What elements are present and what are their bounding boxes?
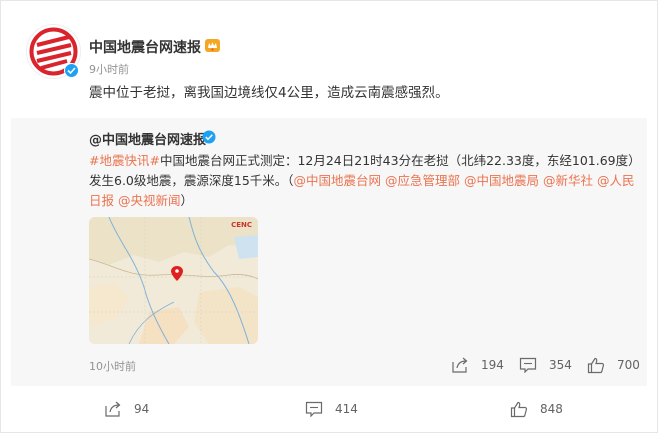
repost-body: #地震快讯#中国地震台网正式测定：12月24日21时43分在老挝（北纬22.33…: [89, 151, 639, 211]
thumbs-up-icon: [510, 401, 528, 417]
mention-link[interactable]: @中国地震局: [464, 173, 539, 188]
repost-block[interactable]: @中国地震台网速报 #地震快讯#中国地震台网正式测定：12月24日21时43分在…: [11, 118, 647, 386]
verified-icon: [202, 130, 216, 144]
post-body: 震中位于老挝，离我国边境线仅4公里，造成云南震感强烈。: [89, 85, 449, 101]
like-button[interactable]: 848: [510, 399, 563, 419]
mention-link[interactable]: @新华社: [543, 173, 593, 188]
repost-body-close: ）: [180, 193, 194, 208]
cenc-logo: CENC: [231, 221, 252, 229]
share-count: 94: [134, 402, 150, 416]
comment-count: 414: [335, 402, 358, 416]
thumbs-up-icon: [587, 357, 605, 373]
repost-count: 194: [481, 358, 504, 372]
author-name[interactable]: 中国地震台网速报: [89, 37, 201, 57]
repost-comment-button[interactable]: 354: [519, 356, 572, 374]
weibo-post-card: 中国地震台网速报 9小时前 震中位于老挝，离我国边境线仅4公里，造成云南震感强烈…: [0, 0, 658, 433]
post-timestamp[interactable]: 9小时前: [89, 61, 129, 77]
share-button[interactable]: 94: [104, 399, 149, 419]
mention-link[interactable]: @央视新闻: [118, 193, 181, 208]
repost-share-button[interactable]: 194: [451, 356, 504, 374]
hashtag-link[interactable]: #地震快讯#: [89, 153, 160, 168]
map-image: [89, 217, 258, 344]
map-thumbnail[interactable]: CENC: [89, 217, 258, 344]
repost-author[interactable]: @中国地震台网速报: [89, 129, 206, 148]
verified-icon: [64, 63, 79, 78]
like-count: 848: [540, 402, 563, 416]
share-icon: [105, 401, 121, 417]
mention-link[interactable]: @应急管理部: [385, 173, 460, 188]
vip-crown-icon: [205, 39, 220, 52]
comment-button[interactable]: 414: [305, 399, 358, 419]
repost-like-button[interactable]: 700: [587, 356, 640, 374]
mention-link[interactable]: @中国地震台网: [294, 173, 382, 188]
repost-timestamp[interactable]: 10小时前: [89, 358, 136, 374]
like-count: 700: [617, 358, 640, 372]
comment-count: 354: [549, 358, 572, 372]
share-icon: [452, 357, 468, 373]
comment-icon: [305, 401, 323, 417]
comment-icon: [519, 357, 537, 373]
